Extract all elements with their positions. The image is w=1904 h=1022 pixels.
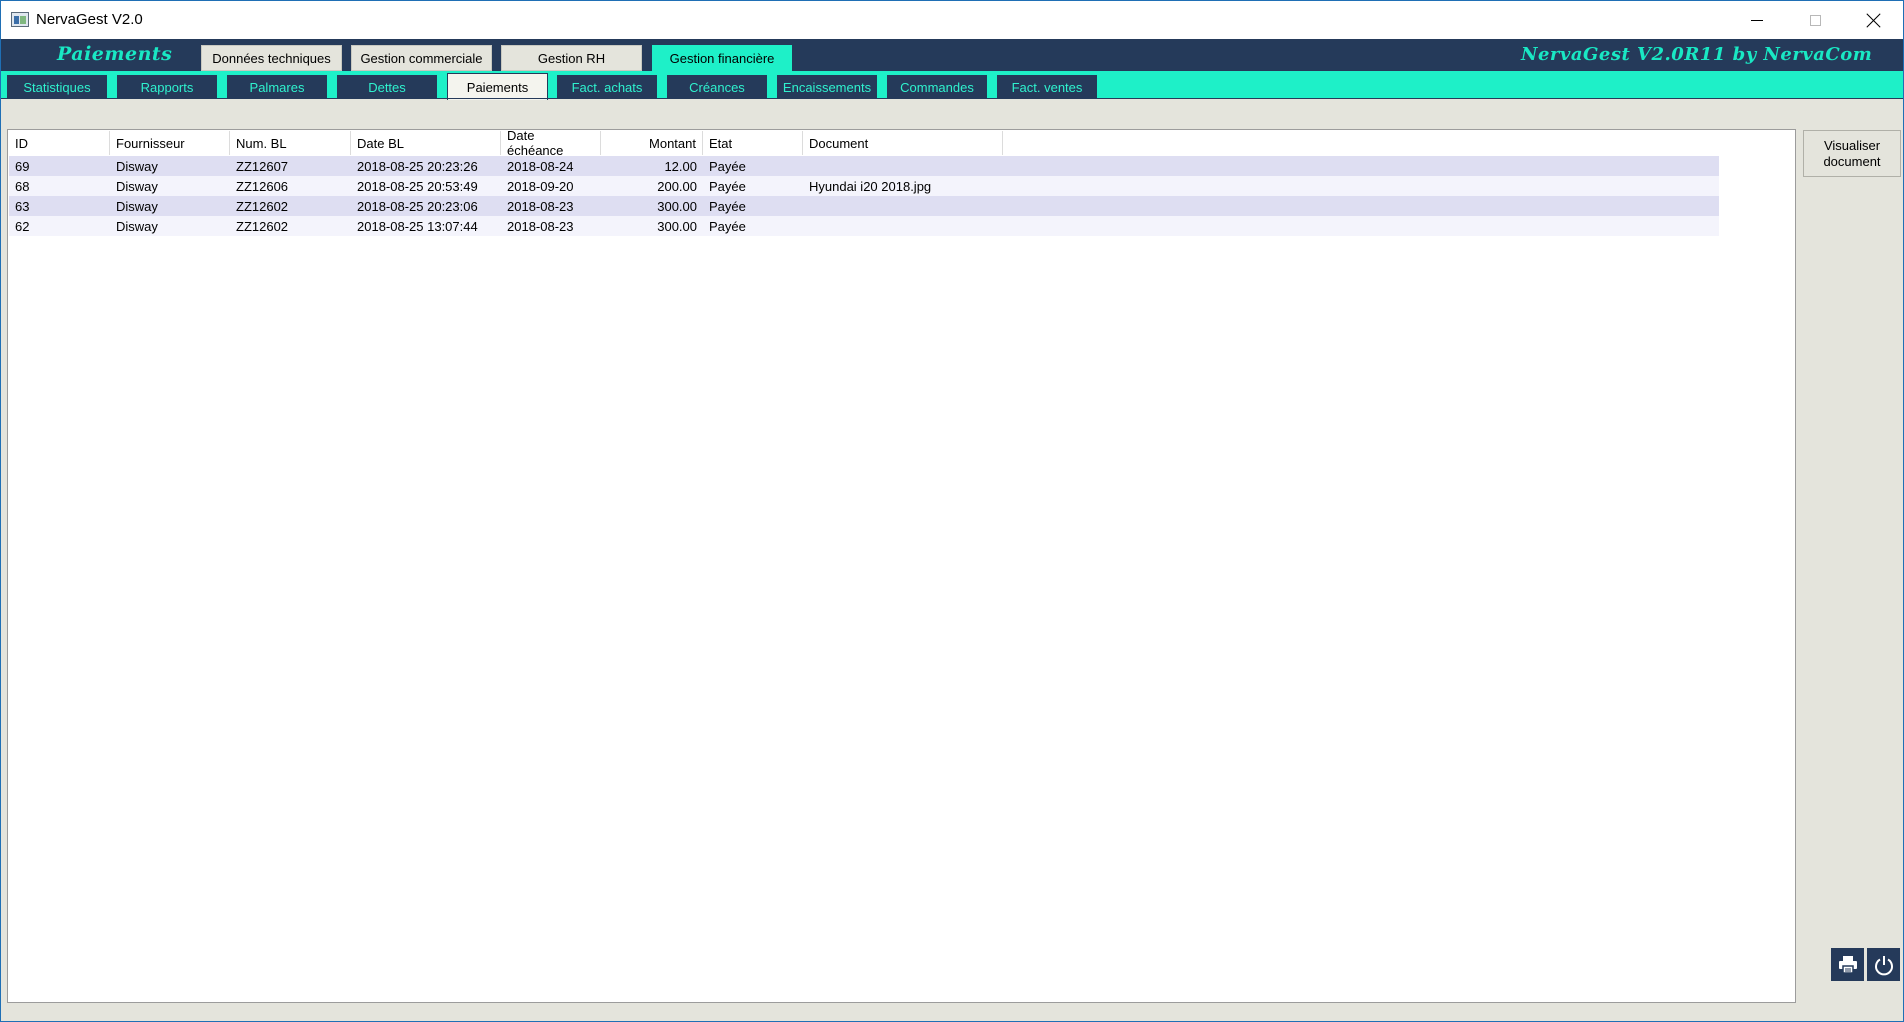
cell-document [803,196,1003,216]
table-row[interactable]: 69 Disway ZZ12607 2018-08-25 20:23:26 20… [9,156,1719,176]
cell-fournisseur: Disway [116,158,158,174]
column-header-montant[interactable]: Montant [601,131,703,155]
table-header: ID Fournisseur Num. BL Date BL Date éché… [9,128,1719,158]
section-title: Paiements [57,43,173,65]
cell-fournisseur: Disway [116,198,158,214]
column-header-document[interactable]: Document [803,131,1003,155]
cell-etat: Payée [709,158,746,174]
module-gestion-financiere-button[interactable]: Gestion financière [652,45,792,71]
cell-id: 63 [15,198,30,214]
cell-num-bl: ZZ12602 [236,218,289,234]
tab-creances[interactable]: Créances [667,75,767,99]
view-document-label-line2: document [1823,153,1881,169]
view-document-button[interactable]: Visualiser document [1803,130,1901,177]
close-icon [1866,13,1881,28]
cell-id: 69 [15,158,30,174]
column-header-etat[interactable]: Etat [703,131,803,155]
table-row[interactable]: 68 Disway ZZ12606 2018-08-25 20:53:49 20… [9,176,1719,196]
cell-num-bl: ZZ12602 [236,198,289,214]
minimize-icon [1751,19,1763,21]
tab-fact-ventes[interactable]: Fact. ventes [997,75,1097,99]
power-icon [1874,955,1893,975]
cell-num-bl: ZZ12607 [236,158,289,174]
tab-divider [1,98,1903,99]
cell-document: Hyundai i20 2018.jpg [809,178,932,194]
column-header-filler [1003,131,1719,155]
module-gestion-rh-button[interactable]: Gestion RH [501,45,642,71]
tab-rapports[interactable]: Rapports [117,75,217,99]
print-button[interactable] [1831,948,1864,981]
close-button[interactable] [1844,1,1902,39]
cell-date-bl: 2018-08-25 20:53:49 [357,178,478,194]
table-row[interactable]: 63 Disway ZZ12602 2018-08-25 20:23:06 20… [9,196,1719,216]
cell-date-echeance: 2018-08-23 [507,218,574,234]
cell-montant: 12.00 [664,158,697,174]
payments-table[interactable]: ID Fournisseur Num. BL Date BL Date éché… [7,128,1796,1003]
cell-document [803,156,1003,176]
cell-date-bl: 2018-08-25 20:23:26 [357,158,478,174]
cell-id: 68 [15,178,30,194]
cell-date-echeance: 2018-09-20 [507,178,574,194]
tab-dettes[interactable]: Dettes [337,75,437,99]
cell-fournisseur: Disway [116,218,158,234]
table-row[interactable]: 62 Disway ZZ12602 2018-08-25 13:07:44 20… [9,216,1719,236]
maximize-button[interactable] [1786,1,1844,39]
header-band: Paiements Données techniques Gestion com… [1,39,1903,71]
tab-paiements[interactable]: Paiements [447,73,548,100]
column-header-num-bl[interactable]: Num. BL [230,131,351,155]
cell-montant: 300.00 [657,198,697,214]
cell-etat: Payée [709,218,746,234]
maximize-icon [1809,14,1821,26]
column-header-fournisseur[interactable]: Fournisseur [110,131,230,155]
cell-date-echeance: 2018-08-23 [507,198,574,214]
tab-bar: Statistiques Rapports Palmares Dettes Pa… [1,71,1903,100]
cell-date-bl: 2018-08-25 20:23:06 [357,198,478,214]
cell-montant: 200.00 [657,178,697,194]
column-header-date-echeance[interactable]: Date échéance [501,128,601,158]
cell-date-bl: 2018-08-25 13:07:44 [357,218,478,234]
cell-id: 62 [15,218,30,234]
app-window: NervaGest V2.0 Paiements Données techniq… [0,0,1904,1022]
cell-date-echeance: 2018-08-24 [507,158,574,174]
window-title: NervaGest V2.0 [36,11,143,28]
cell-document [803,216,1003,236]
minimize-button[interactable] [1728,1,1786,39]
view-document-label-line1: Visualiser [1823,137,1881,153]
column-header-date-bl[interactable]: Date BL [351,131,501,155]
cell-num-bl: ZZ12606 [236,178,289,194]
cell-fournisseur: Disway [116,178,158,194]
brand-label: NervaGest V2.0R11 by NervaCom [1521,44,1873,65]
printer-icon [1838,955,1857,974]
tab-statistiques[interactable]: Statistiques [7,75,107,99]
column-header-id[interactable]: ID [9,131,110,155]
cell-montant: 300.00 [657,218,697,234]
title-bar: NervaGest V2.0 [1,1,1903,39]
cell-etat: Payée [709,178,746,194]
tab-palmares[interactable]: Palmares [227,75,327,99]
tab-encaissements[interactable]: Encaissements [777,75,877,99]
cell-etat: Payée [709,198,746,214]
tab-fact-achats[interactable]: Fact. achats [557,75,657,99]
module-donnees-techniques-button[interactable]: Données techniques [201,45,342,71]
power-button[interactable] [1867,948,1900,981]
tab-commandes[interactable]: Commandes [887,75,987,99]
app-icon [11,12,29,27]
module-gestion-commerciale-button[interactable]: Gestion commerciale [351,45,492,71]
